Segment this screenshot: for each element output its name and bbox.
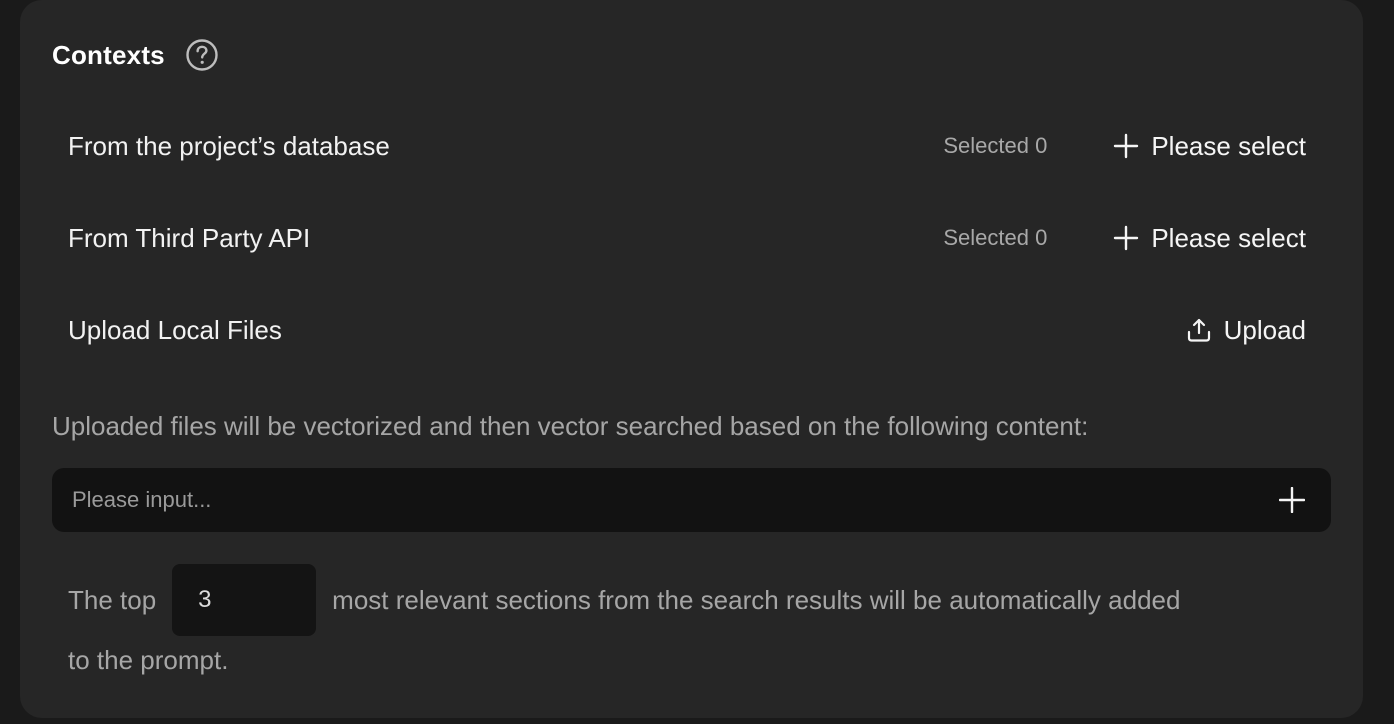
please-select-button[interactable]: Please select — [1113, 223, 1306, 254]
top-k-prefix: The top — [68, 585, 157, 615]
question-circle-icon[interactable] — [185, 38, 219, 72]
search-content-input[interactable] — [70, 486, 1277, 514]
selected-count: Selected 0 — [943, 133, 1048, 158]
upload-icon — [1187, 318, 1210, 342]
context-row-third-party-api: From Third Party API Selected 0 Please s… — [68, 216, 1306, 260]
panel-header: Contexts — [52, 36, 219, 74]
plus-icon — [1114, 133, 1139, 159]
page-title: Contexts — [52, 39, 165, 70]
context-row-upload-local-files: Upload Local Files Upload — [68, 308, 1306, 352]
search-content-field — [52, 468, 1331, 532]
plus-icon — [1279, 487, 1305, 513]
upload-button[interactable]: Upload — [1186, 315, 1306, 346]
vectorize-hint: Uploaded files will be vectorized and th… — [52, 411, 1089, 441]
top-k-sentence: The top most relevant sections from the … — [68, 564, 1328, 690]
selected-count: Selected 0 — [943, 225, 1048, 250]
upload-label: Upload — [1223, 314, 1306, 345]
contexts-panel: Contexts From the project’s database Sel… — [20, 0, 1363, 718]
row-label: From Third Party API — [68, 222, 311, 253]
please-select-label: Please select — [1151, 222, 1306, 253]
row-label: From the project’s database — [68, 130, 390, 161]
please-select-button[interactable]: Please select — [1113, 131, 1306, 162]
context-row-database: From the project’s database Selected 0 P… — [68, 124, 1306, 168]
top-k-input[interactable] — [172, 564, 317, 636]
row-label: Upload Local Files — [68, 314, 282, 345]
add-content-button[interactable] — [1277, 485, 1307, 515]
please-select-label: Please select — [1151, 130, 1306, 161]
top-k-suffix: most relevant sections from the search r… — [332, 585, 1181, 615]
plus-icon — [1114, 225, 1139, 251]
top-k-suffix-continued: to the prompt. — [68, 645, 229, 675]
